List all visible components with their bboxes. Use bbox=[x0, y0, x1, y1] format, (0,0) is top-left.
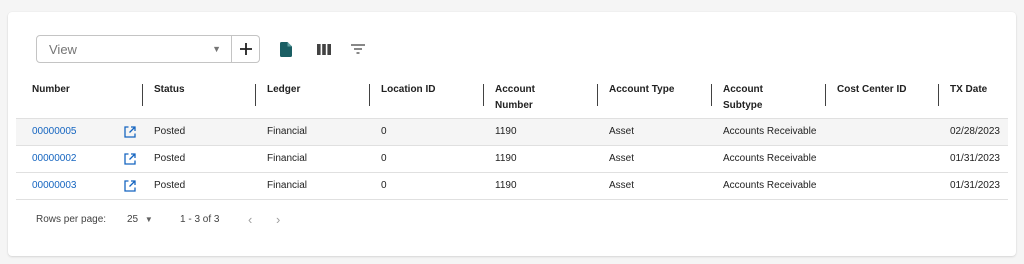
account-number-cell: 1190 bbox=[495, 153, 517, 164]
export-button[interactable] bbox=[274, 35, 298, 63]
column-divider[interactable] bbox=[369, 84, 370, 106]
account-subtype-cell: Accounts Receivable bbox=[723, 153, 817, 164]
ledger-cell: Financial bbox=[267, 153, 308, 164]
column-header-account-type[interactable]: Account Type bbox=[597, 82, 674, 106]
column-divider[interactable] bbox=[255, 84, 256, 106]
columns-icon bbox=[317, 43, 331, 55]
tx-date-cell: 01/31/2023 bbox=[949, 153, 1000, 164]
data-table: Number Status Ledger Location ID Account… bbox=[16, 76, 1008, 200]
filter-icon bbox=[351, 44, 365, 54]
table-row[interactable]: 00000002 Posted Financial 0 1190 Asset A… bbox=[16, 146, 1008, 173]
view-select-placeholder: View bbox=[49, 41, 77, 57]
account-subtype-cell: Accounts Receivable bbox=[723, 180, 817, 191]
ledger-cell: Financial bbox=[267, 180, 308, 191]
column-divider[interactable] bbox=[142, 84, 143, 106]
record-number-link[interactable]: 00000002 bbox=[32, 146, 77, 172]
columns-button[interactable] bbox=[312, 35, 336, 63]
location-id-cell: 0 bbox=[381, 180, 387, 191]
view-select[interactable]: View ▼ bbox=[36, 35, 232, 63]
add-view-button[interactable] bbox=[232, 35, 260, 63]
open-in-new-icon[interactable] bbox=[124, 126, 136, 138]
record-number-link[interactable]: 00000003 bbox=[32, 173, 77, 199]
ledger-cell: Financial bbox=[267, 126, 308, 137]
column-header-tx-date[interactable]: TX Date bbox=[938, 82, 987, 106]
location-id-cell: 0 bbox=[381, 126, 387, 137]
table-row[interactable]: 00000003 Posted Financial 0 1190 Asset A… bbox=[16, 173, 1008, 200]
journal-table-card: View ▼ Number Status Ledger Location ID … bbox=[8, 12, 1016, 256]
column-divider[interactable] bbox=[938, 84, 939, 106]
previous-page-icon[interactable]: ‹ bbox=[248, 210, 252, 230]
table-toolbar: View ▼ bbox=[36, 34, 370, 64]
tx-date-cell: 01/31/2023 bbox=[949, 180, 1000, 191]
chevron-down-icon: ▼ bbox=[144, 215, 153, 224]
filter-button[interactable] bbox=[346, 35, 370, 63]
account-type-cell: Asset bbox=[609, 153, 635, 164]
record-number-link[interactable]: 00000005 bbox=[32, 119, 77, 145]
column-header-status[interactable]: Status bbox=[142, 82, 185, 106]
chevron-down-icon: ▼ bbox=[212, 44, 221, 54]
rows-per-page-label: Rows per page: bbox=[36, 214, 107, 225]
column-header-number[interactable]: Number bbox=[32, 82, 70, 98]
column-divider[interactable] bbox=[483, 84, 484, 106]
tx-date-cell: 02/28/2023 bbox=[949, 126, 1000, 137]
account-type-cell: Asset bbox=[609, 126, 635, 137]
column-header-account-number[interactable]: Account Number bbox=[483, 82, 551, 114]
next-page-icon[interactable]: › bbox=[276, 210, 280, 230]
open-in-new-icon[interactable] bbox=[124, 153, 136, 165]
account-type-cell: Asset bbox=[609, 180, 635, 191]
column-header-cost-center-id[interactable]: Cost Center ID bbox=[825, 82, 906, 106]
account-number-cell: 1190 bbox=[495, 126, 517, 137]
add-icon bbox=[239, 43, 252, 55]
file-icon bbox=[280, 41, 292, 57]
location-id-cell: 0 bbox=[381, 153, 387, 164]
status-cell: Posted bbox=[154, 126, 186, 137]
table-header: Number Status Ledger Location ID Account… bbox=[16, 76, 1008, 119]
pagination-range: 1 - 3 of 3 bbox=[180, 214, 220, 225]
account-number-cell: 1190 bbox=[495, 180, 517, 191]
column-header-ledger[interactable]: Ledger bbox=[255, 82, 300, 106]
account-subtype-cell: Accounts Receivable bbox=[723, 126, 817, 137]
column-header-location-id[interactable]: Location ID bbox=[369, 82, 435, 106]
column-divider[interactable] bbox=[711, 84, 712, 106]
status-cell: Posted bbox=[154, 153, 186, 164]
rows-per-page-select[interactable]: 25 ▼ bbox=[127, 210, 153, 230]
status-cell: Posted bbox=[154, 180, 186, 191]
table-row[interactable]: 00000005 Posted Financial 0 1190 Asset A… bbox=[16, 119, 1008, 146]
open-in-new-icon[interactable] bbox=[124, 180, 136, 192]
rows-per-page-value: 25 bbox=[127, 214, 139, 225]
column-divider[interactable] bbox=[597, 84, 598, 106]
column-header-account-subtype[interactable]: Account Subtype bbox=[711, 82, 783, 114]
column-divider[interactable] bbox=[825, 84, 826, 106]
